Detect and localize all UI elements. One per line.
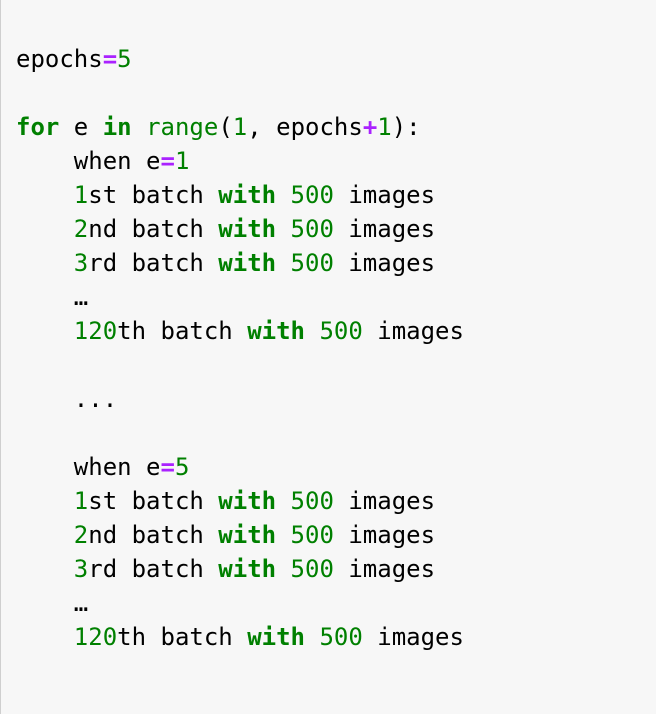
code-token-txt: th batch [117, 623, 248, 651]
code-token-num: 2 [73, 521, 89, 549]
code-line: 2nd batch with 500 images [16, 518, 435, 552]
code-token-txt: ( [218, 113, 233, 141]
code-token-txt: images [333, 487, 436, 515]
code-line: 1st batch with 500 images [16, 484, 435, 518]
code-block: epochs=5 for e in range(1, epochs+1): whe… [0, 0, 656, 714]
code-token-txt: images [333, 249, 436, 277]
code-token-num: 3 [73, 555, 89, 583]
code-line: 2nd batch with 500 images [16, 212, 435, 246]
code-line: 1st batch with 500 images [16, 178, 435, 212]
code-token-txt: images [333, 555, 436, 583]
code-token-txt: … [16, 589, 89, 617]
code-token-kw: with [247, 623, 305, 651]
code-token-num: 1 [73, 487, 89, 515]
code-token-num: 500 [290, 181, 334, 209]
code-line: 120th batch with 500 images [16, 314, 464, 348]
code-token-num: 3 [73, 249, 89, 277]
code-token-kw: with [218, 521, 277, 549]
code-line: … [16, 280, 88, 314]
code-line: ... [16, 382, 117, 416]
code-token-num: 500 [319, 317, 363, 345]
code-token-txt: e [59, 113, 103, 141]
code-line: 3rd batch with 500 images [16, 246, 435, 280]
code-token-num: 5 [117, 45, 132, 73]
code-line: 120th batch with 500 images [16, 620, 464, 654]
code-token-kw: with [218, 215, 277, 243]
code-token-op: = [102, 45, 118, 73]
code-token-kw: with [218, 181, 277, 209]
code-token-num: 120 [73, 317, 118, 345]
code-line: for e in range(1, epochs+1): [16, 110, 421, 144]
code-token-txt: ): [391, 113, 421, 141]
code-token-num: 500 [319, 623, 363, 651]
code-token-kw: with [218, 555, 277, 583]
code-token-op: = [160, 453, 175, 481]
code-token-txt: when e [16, 453, 161, 481]
code-line: epochs=5 [16, 42, 132, 76]
code-token-txt: when e [16, 147, 161, 175]
code-token-bi: range [146, 113, 219, 141]
code-token-op: + [362, 113, 378, 141]
code-token-txt: rd batch [88, 249, 219, 277]
code-token-num: 5 [174, 453, 190, 481]
code-token-txt: st batch [88, 181, 219, 209]
code-token-num: 500 [290, 249, 334, 277]
code-token-txt: , epochs [247, 113, 363, 141]
code-token-num: 1 [377, 113, 392, 141]
code-token-kw: in [102, 113, 132, 141]
code-line: when e=5 [16, 450, 190, 484]
code-token-num: 500 [290, 521, 334, 549]
code-token-txt: nd batch [88, 215, 219, 243]
code-line: 3rd batch with 500 images [16, 552, 435, 586]
code-token-num: 500 [290, 555, 334, 583]
code-token-kw: with [247, 317, 305, 345]
code-token-txt: rd batch [88, 555, 219, 583]
code-token-num: 120 [73, 623, 118, 651]
code-line: when e=1 [16, 144, 190, 178]
code-token-txt: images [333, 181, 436, 209]
code-token-kw: with [218, 249, 277, 277]
code-token-txt: images [362, 623, 464, 651]
code-token-txt: ... [16, 385, 118, 413]
code-token-txt: images [362, 317, 464, 345]
code-token-kw: for [16, 113, 60, 141]
code-token-txt: images [333, 521, 436, 549]
code-token-txt: images [333, 215, 436, 243]
code-token-num: 1 [174, 147, 190, 175]
code-token-txt: nd batch [88, 521, 219, 549]
code-token-num: 2 [73, 215, 89, 243]
code-token-txt: st batch [88, 487, 219, 515]
code-line: … [16, 586, 88, 620]
code-token-num: 500 [290, 487, 334, 515]
code-token-num: 500 [290, 215, 334, 243]
code-token-num: 1 [73, 181, 89, 209]
code-token-num: 1 [232, 113, 248, 141]
code-token-op: = [160, 147, 175, 175]
code-token-kw: with [218, 487, 277, 515]
code-token-txt: th batch [117, 317, 248, 345]
code-token-txt: epochs [16, 45, 103, 73]
code-token-txt: … [16, 283, 89, 311]
